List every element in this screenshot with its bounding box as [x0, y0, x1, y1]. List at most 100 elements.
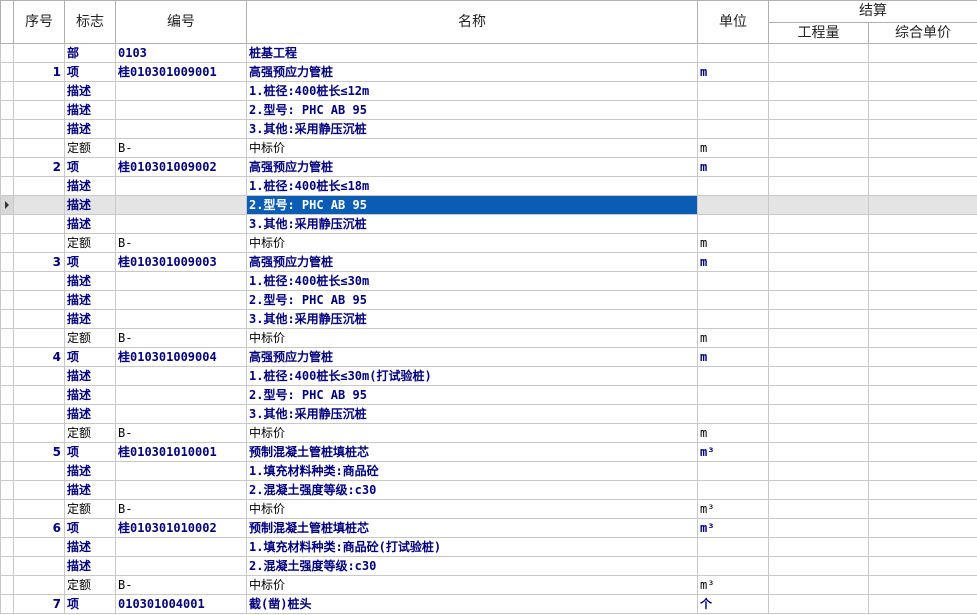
- cell-name[interactable]: 2.型号: PHC AB 95: [246, 100, 698, 120]
- row-indicator[interactable]: [0, 233, 14, 253]
- cell-flag[interactable]: 部: [64, 43, 116, 63]
- cell-code[interactable]: B-: [115, 499, 247, 519]
- cell-code[interactable]: [115, 176, 247, 196]
- cell-flag[interactable]: 定额: [64, 233, 116, 253]
- row-indicator[interactable]: [0, 100, 14, 120]
- column-header-name[interactable]: 名称: [246, 0, 698, 44]
- cell-flag[interactable]: 项: [64, 347, 116, 367]
- cell-flag[interactable]: 描述: [64, 290, 116, 310]
- cell-name[interactable]: 预制混凝土管桩填桩芯: [246, 518, 698, 538]
- table-row[interactable]: 描述 3.其他:采用静压沉桩: [0, 214, 977, 234]
- cell-unit[interactable]: [697, 214, 769, 234]
- cell-price[interactable]: [868, 518, 977, 538]
- cell-seq[interactable]: [13, 309, 65, 329]
- cell-flag[interactable]: 描述: [64, 461, 116, 481]
- cell-name[interactable]: 中标价: [246, 575, 698, 595]
- table-row[interactable]: 2 项桂010301009002 高强预应力管桩 m: [0, 157, 977, 177]
- cell-code[interactable]: [115, 461, 247, 481]
- cell-flag[interactable]: 项: [64, 594, 116, 614]
- cell-code[interactable]: [115, 309, 247, 329]
- cell-code[interactable]: 010301004001: [115, 594, 247, 614]
- cell-flag[interactable]: 描述: [64, 385, 116, 405]
- table-row[interactable]: 描述 3.其他:采用静压沉桩: [0, 404, 977, 424]
- cell-code[interactable]: [115, 214, 247, 234]
- cell-unit[interactable]: [697, 176, 769, 196]
- cell-unit[interactable]: [697, 100, 769, 120]
- row-indicator[interactable]: [0, 404, 14, 424]
- column-header-qty[interactable]: 工程量: [768, 21, 869, 44]
- row-indicator[interactable]: [0, 385, 14, 405]
- cell-seq[interactable]: [13, 461, 65, 481]
- cell-name[interactable]: 高强预应力管桩: [246, 62, 698, 82]
- cell-flag[interactable]: 项: [64, 252, 116, 272]
- cell-code[interactable]: [115, 100, 247, 120]
- cell-qty[interactable]: [768, 385, 869, 405]
- cell-price[interactable]: [868, 575, 977, 595]
- table-row[interactable]: 定额 B- 中标价 m: [0, 328, 977, 348]
- cell-unit[interactable]: [697, 385, 769, 405]
- cell-price[interactable]: [868, 138, 977, 158]
- cell-seq[interactable]: [13, 404, 65, 424]
- column-header-price[interactable]: 综合单价: [868, 21, 977, 44]
- table-row[interactable]: 描述 1.填充材料种类:商品砼(打试验桩): [0, 537, 977, 557]
- cell-qty[interactable]: [768, 100, 869, 120]
- table-row[interactable]: 描述 3.其他:采用静压沉桩: [0, 119, 977, 139]
- cell-seq[interactable]: [13, 366, 65, 386]
- cell-unit[interactable]: [697, 195, 769, 215]
- cell-unit[interactable]: [697, 461, 769, 481]
- cell-seq[interactable]: 3: [13, 252, 65, 272]
- row-indicator[interactable]: [0, 252, 14, 272]
- cell-unit[interactable]: m: [697, 157, 769, 177]
- row-indicator[interactable]: [0, 290, 14, 310]
- row-indicator[interactable]: [0, 423, 14, 443]
- cell-code[interactable]: [115, 290, 247, 310]
- cell-unit[interactable]: [697, 43, 769, 63]
- cell-seq[interactable]: 5: [13, 442, 65, 462]
- table-row[interactable]: 3 项桂010301009003 高强预应力管桩 m: [0, 252, 977, 272]
- table-row[interactable]: 描述 2.混凝土强度等级:c30: [0, 480, 977, 500]
- table-row[interactable]: 描述 1.桩径:400桩长≤18m: [0, 176, 977, 196]
- cell-price[interactable]: [868, 385, 977, 405]
- row-indicator[interactable]: [0, 518, 14, 538]
- cell-flag[interactable]: 定额: [64, 499, 116, 519]
- cell-seq[interactable]: [13, 499, 65, 519]
- cell-seq[interactable]: [13, 480, 65, 500]
- cell-price[interactable]: [868, 62, 977, 82]
- cell-flag[interactable]: 描述: [64, 100, 116, 120]
- cell-unit[interactable]: m³: [697, 499, 769, 519]
- cell-flag[interactable]: 描述: [64, 309, 116, 329]
- cell-seq[interactable]: [13, 385, 65, 405]
- row-indicator[interactable]: [0, 195, 14, 215]
- cell-code[interactable]: [115, 537, 247, 557]
- column-header-seq[interactable]: 序号: [13, 0, 65, 44]
- table-row[interactable]: 描述 1.填充材料种类:商品砼: [0, 461, 977, 481]
- row-indicator[interactable]: [0, 62, 14, 82]
- cell-unit[interactable]: m: [697, 328, 769, 348]
- cell-price[interactable]: [868, 594, 977, 614]
- cell-flag[interactable]: 定额: [64, 328, 116, 348]
- cell-name[interactable]: 预制混凝土管桩填桩芯: [246, 442, 698, 462]
- cell-name[interactable]: 高强预应力管桩: [246, 157, 698, 177]
- cell-flag[interactable]: 描述: [64, 81, 116, 101]
- cell-qty[interactable]: [768, 62, 869, 82]
- cell-flag[interactable]: 描述: [64, 176, 116, 196]
- cell-qty[interactable]: [768, 81, 869, 101]
- cell-seq[interactable]: [13, 537, 65, 557]
- cell-qty[interactable]: [768, 138, 869, 158]
- cell-qty[interactable]: [768, 290, 869, 310]
- cell-name[interactable]: 3.其他:采用静压沉桩: [246, 309, 698, 329]
- cell-name[interactable]: 1.桩径:400桩长≤30m: [246, 271, 698, 291]
- table-row[interactable]: 7 项 010301004001 截(凿)桩头个: [0, 594, 977, 614]
- cell-name[interactable]: 3.其他:采用静压沉桩: [246, 214, 698, 234]
- cell-flag[interactable]: 项: [64, 62, 116, 82]
- cell-code[interactable]: 0103: [115, 43, 247, 63]
- cell-price[interactable]: [868, 442, 977, 462]
- cell-flag[interactable]: 定额: [64, 138, 116, 158]
- cell-seq[interactable]: [13, 328, 65, 348]
- cell-qty[interactable]: [768, 157, 869, 177]
- cell-name[interactable]: 中标价: [246, 423, 698, 443]
- cell-seq[interactable]: 6: [13, 518, 65, 538]
- table-row[interactable]: 描述 2.型号: PHC AB 95: [0, 385, 977, 405]
- cell-name[interactable]: 1.填充材料种类:商品砼(打试验桩): [246, 537, 698, 557]
- cell-flag[interactable]: 定额: [64, 575, 116, 595]
